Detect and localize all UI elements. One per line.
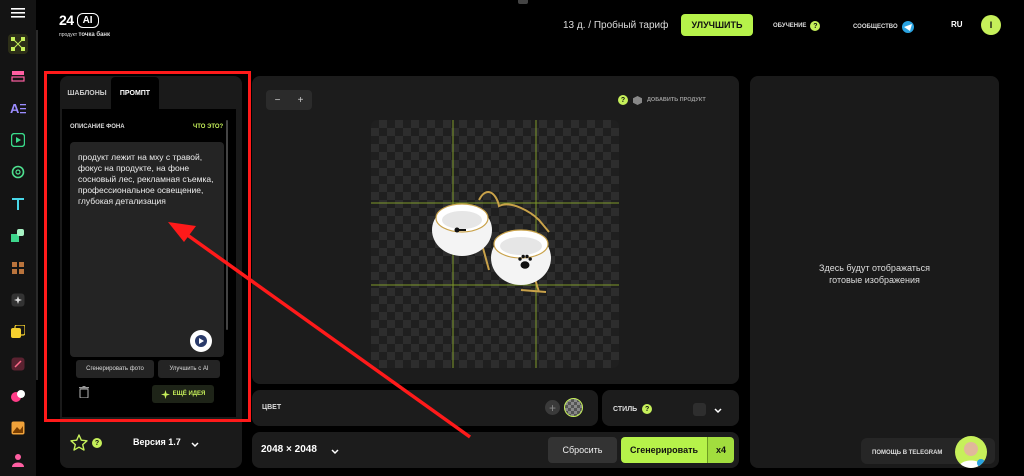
style-label: СТИЛЬ ? [613, 404, 653, 414]
version-label[interactable]: Версия 1.7 [133, 437, 181, 447]
stack-icon[interactable] [8, 322, 28, 342]
telegram-help-label: ПОМОЩЬ В TELEGRAM [872, 450, 943, 456]
size-selector[interactable]: 2048 × 2048 [261, 444, 317, 455]
menu-icon[interactable] [8, 3, 28, 23]
logo-number: 24 [59, 12, 74, 28]
color-label: ЦВЕТ [262, 404, 282, 411]
add-product-label: ДОБАВИТЬ ПРОДУКТ [647, 97, 706, 103]
logo-sub-prefix: продукт [59, 32, 78, 38]
zoom-controls: − + [266, 90, 312, 110]
generate-button[interactable]: Сгенерировать [621, 437, 707, 463]
product-image [371, 120, 619, 368]
community-label: СООБЩЕСТВО [853, 24, 898, 30]
grid-icon[interactable] [8, 258, 28, 278]
zoom-out-button[interactable]: − [275, 95, 281, 106]
support-avatar[interactable] [955, 436, 987, 468]
language-selector[interactable]: RU [951, 20, 963, 29]
version-help-icon[interactable]: ? [92, 438, 102, 448]
gallery-icon[interactable] [8, 418, 28, 438]
openai-icon[interactable] [8, 162, 28, 182]
person-icon[interactable] [8, 450, 28, 470]
style-label-text: СТИЛЬ [613, 405, 638, 413]
sparkle-icon[interactable] [8, 290, 28, 310]
help-icon[interactable]: ? [618, 95, 628, 105]
text-icon[interactable] [8, 194, 28, 214]
chevron-down-icon[interactable] [190, 437, 200, 455]
results-empty-text: Здесь будут отображаться готовые изображ… [750, 262, 999, 286]
learn-label: ОБУЧЕНИЕ [773, 23, 807, 29]
zoom-in-button[interactable]: + [298, 95, 304, 106]
add-product-link[interactable]: ? ДОБАВИТЬ ПРОДУКТ [618, 95, 706, 105]
logo[interactable]: 24 AI [59, 12, 99, 28]
annotation-highlight [44, 71, 251, 422]
logo-ai-badge: AI [76, 12, 99, 28]
box-icon [633, 95, 642, 105]
layers-icon[interactable] [8, 66, 28, 86]
video-icon[interactable] [8, 130, 28, 150]
reset-button[interactable]: Сбросить [548, 437, 617, 463]
text-effects-icon[interactable]: A [8, 98, 28, 118]
star-icon[interactable] [70, 434, 88, 456]
community-link[interactable]: СООБЩЕСТВО [853, 21, 914, 33]
telegram-icon [901, 21, 914, 33]
help-icon: ? [810, 21, 821, 31]
transparent-color-swatch[interactable] [564, 398, 583, 417]
results-line-2: готовые изображения [829, 275, 920, 285]
logo-sub-brand: точка банк [78, 32, 111, 38]
window-handle[interactable] [518, 0, 528, 4]
shapes-icon[interactable] [8, 226, 28, 246]
nodes-icon[interactable] [8, 34, 28, 54]
chevron-down-icon[interactable] [713, 403, 723, 421]
image-edit-icon[interactable] [8, 354, 28, 374]
style-preview[interactable] [693, 403, 706, 416]
plan-status: 13 д. / Пробный тариф [563, 20, 669, 31]
results-line-1: Здесь будут отображаться [819, 263, 930, 273]
upgrade-button[interactable]: УЛУЧШИТЬ [681, 14, 753, 36]
help-icon[interactable]: ? [642, 404, 653, 414]
multiplier-button[interactable]: x4 [707, 437, 734, 463]
add-color-button[interactable]: + [545, 400, 560, 415]
product-canvas[interactable] [371, 120, 619, 368]
sidebar-scrollbar[interactable] [36, 30, 38, 380]
avatar[interactable]: I [981, 15, 1001, 35]
chevron-down-icon[interactable] [330, 444, 340, 462]
learn-link[interactable]: ОБУЧЕНИЕ ? [773, 21, 821, 31]
svg-text:A: A [10, 101, 20, 115]
logo-subtitle: продукт точка банк [59, 32, 110, 38]
palette-icon[interactable] [8, 386, 28, 406]
